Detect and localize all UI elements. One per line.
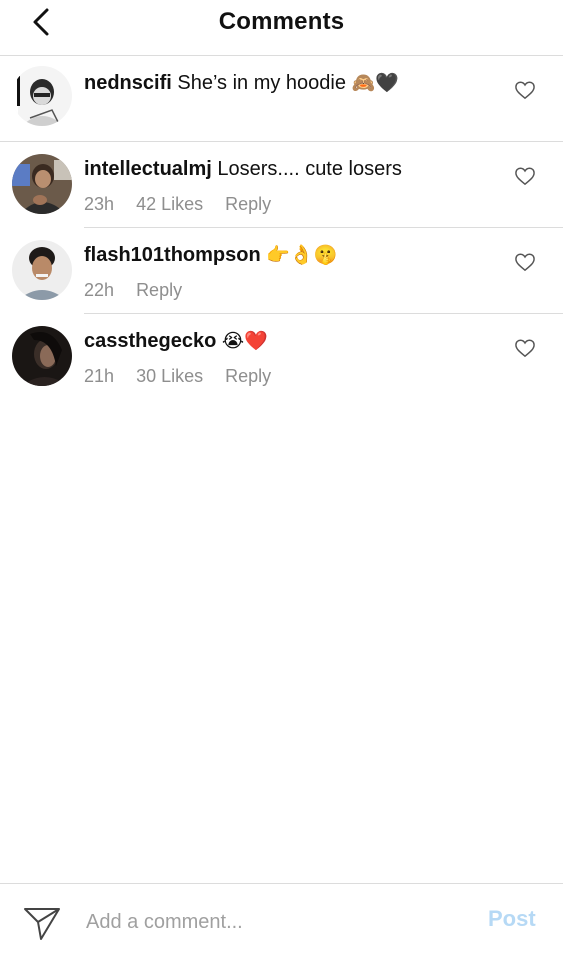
page-title: Comments (218, 8, 345, 35)
comment-text-line: nednscifi She’s in my hoodie 🙈🖤 (84, 70, 399, 96)
comment-emoji: 👉👌🤫 (266, 244, 338, 266)
comment-emoji: 😭❤️ (221, 330, 268, 352)
like-heart-icon[interactable] (514, 80, 536, 100)
avatar-nednscifi[interactable] (12, 66, 72, 126)
comment-row: intellectualmj Losers.... cute losers 23… (0, 142, 563, 228)
comment-likes[interactable]: 42 Likes (136, 194, 203, 214)
avatar-flash101thompson[interactable] (12, 240, 72, 300)
comment-text-line: flash101thompson 👉👌🤫 (84, 242, 337, 268)
avatar-cassthegecko[interactable] (12, 326, 72, 386)
comment-text-line: cassthegecko 😭❤️ (84, 328, 268, 354)
comment-row: cassthegecko 😭❤️ 21h 30 Likes Reply (0, 314, 563, 400)
comment-likes[interactable]: 30 Likes (136, 366, 203, 386)
comment-meta: 23h 42 Likes Reply (84, 194, 288, 215)
comment-emoji: 🙈🖤 (351, 72, 399, 94)
comment-username[interactable]: intellectualmj (84, 158, 212, 180)
comment-row: nednscifi She’s in my hoodie 🙈🖤 (0, 56, 563, 142)
comment-time: 22h (84, 280, 115, 300)
comment-time: 23h (84, 194, 115, 214)
comment-body: She’s in my hoodie (177, 72, 346, 94)
comment-meta: 21h 30 Likes Reply (84, 366, 288, 387)
comment-input[interactable] (86, 906, 466, 938)
paper-plane-icon[interactable] (22, 904, 62, 942)
comment-username[interactable]: nednscifi (84, 72, 172, 94)
comment-username[interactable]: cassthegecko (84, 330, 216, 352)
avatar-image (12, 326, 72, 386)
reply-button[interactable]: Reply (225, 366, 271, 386)
comment-time: 21h (84, 366, 115, 386)
comment-meta: 22h Reply (84, 280, 199, 301)
like-heart-icon[interactable] (514, 252, 536, 272)
reply-button[interactable]: Reply (136, 280, 182, 300)
header-bar: Comments (0, 0, 563, 56)
comment-username[interactable]: flash101thompson (84, 244, 261, 266)
like-heart-icon[interactable] (514, 166, 536, 186)
comment-composer: Post (0, 883, 563, 960)
post-button[interactable]: Post (488, 906, 536, 932)
avatar-image (12, 240, 72, 300)
comment-row: flash101thompson 👉👌🤫 22h Reply (0, 228, 563, 314)
comment-body: Losers.... cute losers (217, 158, 402, 180)
comment-text-line: intellectualmj Losers.... cute losers (84, 156, 402, 182)
reply-button[interactable]: Reply (225, 194, 271, 214)
avatar-image (12, 154, 72, 214)
avatar-intellectualmj[interactable] (12, 154, 72, 214)
like-heart-icon[interactable] (514, 338, 536, 358)
avatar-image (12, 66, 72, 126)
